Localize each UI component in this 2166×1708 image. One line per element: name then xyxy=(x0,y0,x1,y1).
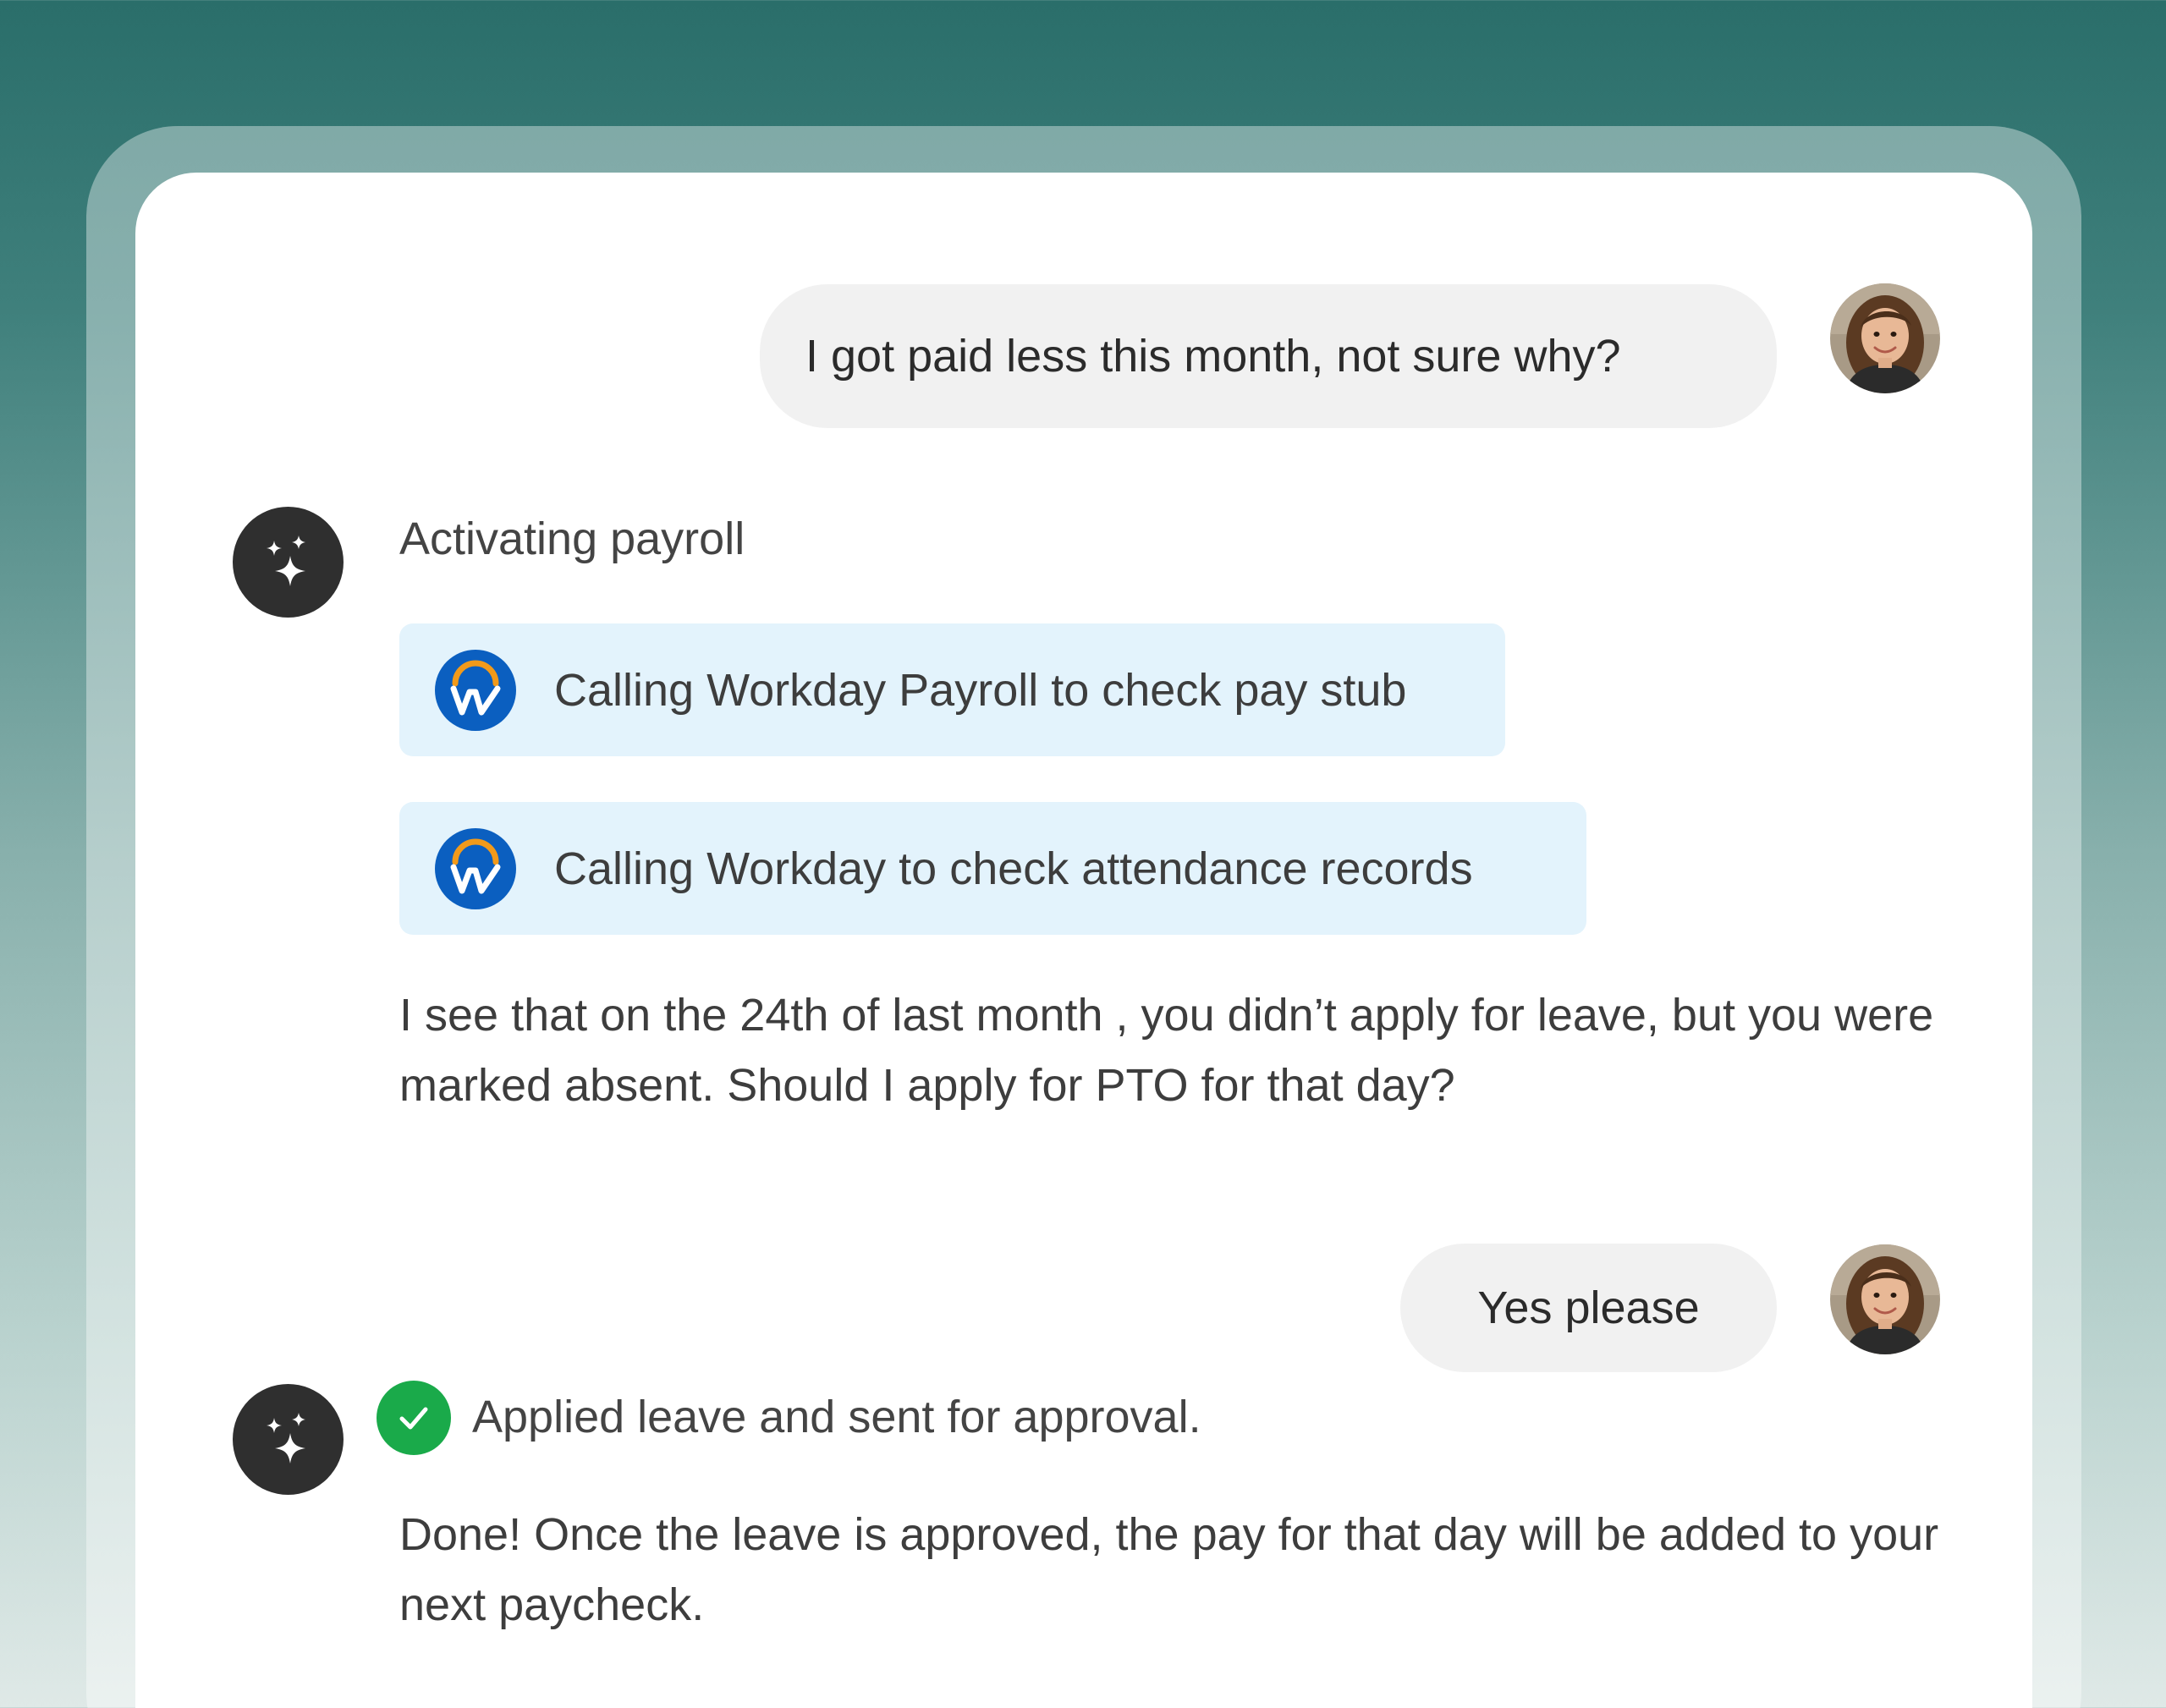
action-status-text: Applied leave and sent for approval. xyxy=(472,1392,1201,1442)
checkmark-icon xyxy=(399,1407,428,1430)
sparkle-icon xyxy=(260,534,317,591)
assistant-reply: I see that on the 24th of last month , y… xyxy=(399,990,1934,1111)
user-message-bubble: Yes please xyxy=(1400,1244,1777,1372)
workday-logo-icon xyxy=(435,828,516,909)
user-message-text: Yes please xyxy=(1477,1282,1700,1333)
user-message-bubble: I got paid less this month, not sure why… xyxy=(760,284,1777,428)
assistant-avatar xyxy=(233,1384,344,1495)
assistant-avatar xyxy=(233,507,344,618)
tool-call-attendance: Calling Workday to check attendance reco… xyxy=(399,802,1586,935)
tool-call-label: Calling Workday to check attendance reco… xyxy=(554,843,1473,894)
user-avatar xyxy=(1830,1244,1940,1354)
assistant-reply: Done! Once the leave is approved, the pa… xyxy=(399,1509,1939,1630)
success-status-badge xyxy=(377,1381,451,1455)
tool-call-payroll: Calling Workday Payroll to check pay stu… xyxy=(399,623,1505,756)
activating-label: Activating payroll xyxy=(399,513,745,564)
user-message-text: I got paid less this month, not sure why… xyxy=(805,331,1621,382)
tool-call-label: Calling Workday Payroll to check pay stu… xyxy=(554,664,1407,716)
user-avatar xyxy=(1830,283,1940,393)
chat-card: I got paid less this month, not sure why… xyxy=(135,173,2032,1708)
workday-logo-icon xyxy=(435,650,516,731)
sparkle-icon xyxy=(260,1411,317,1469)
